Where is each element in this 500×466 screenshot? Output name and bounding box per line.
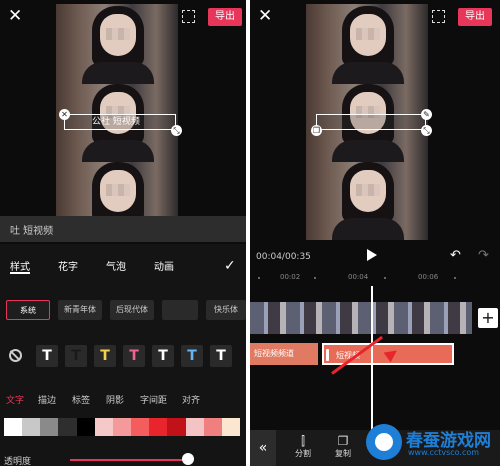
fullscreen-icon[interactable] bbox=[432, 10, 445, 23]
export-button[interactable]: 导出 bbox=[208, 8, 242, 26]
fullscreen-icon[interactable] bbox=[182, 10, 195, 23]
color-swatch[interactable] bbox=[40, 418, 59, 436]
color-swatch[interactable] bbox=[112, 418, 132, 436]
right-editor-panel: ✕ 导出 ❐ ✎ ⤡ 00:04/00:35 ↶ ↷ 00:02 00:04 0… bbox=[250, 0, 500, 466]
color-swatch[interactable] bbox=[203, 418, 223, 436]
ruler-tick-label: 00:04 bbox=[348, 273, 369, 281]
font-option[interactable]: 快乐体 bbox=[206, 300, 246, 320]
font-option[interactable]: 新青年体 bbox=[58, 300, 102, 320]
text-tabs: 样式 花字 气泡 动画 bbox=[0, 258, 246, 278]
tab-style[interactable]: 样式 bbox=[10, 258, 30, 273]
left-editor-panel: ✕ 导出 公社 短视频 ✕ ⤡ 吐 短视频 样式 花字 气泡 动画 ✓ 系统 新… bbox=[0, 0, 246, 466]
color-swatch[interactable] bbox=[76, 418, 96, 436]
add-clip-button[interactable]: + bbox=[478, 308, 498, 328]
video-frame bbox=[306, 160, 428, 240]
active-tab-indicator bbox=[10, 272, 30, 274]
text-input[interactable]: 吐 短视频 bbox=[0, 216, 246, 242]
no-style-icon[interactable] bbox=[9, 349, 22, 362]
text-style-swatch[interactable]: T bbox=[36, 345, 58, 367]
color-swatch[interactable] bbox=[22, 418, 41, 436]
tab-fancy-text[interactable]: 花字 bbox=[58, 258, 78, 273]
subtab-text[interactable]: 文字 bbox=[6, 393, 24, 406]
text-style-swatch[interactable]: T bbox=[94, 345, 116, 367]
text-input-value: 吐 短视频 bbox=[10, 226, 54, 237]
close-icon[interactable]: ✕ bbox=[8, 8, 22, 25]
subtab-stroke[interactable]: 描边 bbox=[38, 393, 56, 406]
caption-text: 公社 短视频 bbox=[92, 117, 140, 127]
color-swatch[interactable] bbox=[131, 418, 150, 436]
copy-icon: ❐ bbox=[337, 434, 349, 448]
text-style-swatch[interactable]: T bbox=[123, 345, 145, 367]
subtab-label[interactable]: 标签 bbox=[72, 393, 90, 406]
opacity-label: 透明度 bbox=[4, 457, 32, 466]
play-icon[interactable] bbox=[367, 249, 377, 261]
close-icon[interactable]: ✕ bbox=[258, 8, 272, 25]
watermark-logo-icon bbox=[366, 424, 402, 460]
text-track-clip[interactable]: 短视频频道 bbox=[250, 343, 318, 365]
color-swatch[interactable] bbox=[58, 418, 78, 436]
redo-icon[interactable]: ↷ bbox=[478, 248, 489, 263]
color-swatch[interactable] bbox=[4, 418, 23, 436]
opacity-slider-knob[interactable] bbox=[182, 453, 194, 465]
text-style-swatch[interactable]: T bbox=[210, 345, 232, 367]
copy-handle-icon[interactable]: ❐ bbox=[311, 125, 322, 136]
color-swatch[interactable] bbox=[185, 418, 205, 436]
watermark-url: www.cctvsco.com bbox=[408, 448, 480, 457]
tab-bubble[interactable]: 气泡 bbox=[106, 258, 126, 273]
confirm-check-icon[interactable]: ✓ bbox=[224, 258, 236, 274]
ruler-tick-label: 00:02 bbox=[280, 273, 301, 281]
scale-handle-icon[interactable]: ⤡ bbox=[171, 125, 182, 136]
delete-handle-icon[interactable]: ✕ bbox=[59, 109, 70, 120]
color-swatch[interactable] bbox=[221, 418, 241, 436]
video-frame bbox=[306, 4, 428, 84]
trim-handle[interactable] bbox=[326, 349, 329, 361]
tab-animation[interactable]: 动画 bbox=[154, 258, 174, 273]
watermark: 春蚕游戏网 www.cctvsco.com bbox=[364, 420, 500, 466]
playhead[interactable] bbox=[371, 286, 373, 434]
subtab-shadow[interactable]: 阴影 bbox=[106, 393, 124, 406]
font-option[interactable] bbox=[162, 300, 198, 320]
undo-icon[interactable]: ↶ bbox=[450, 248, 461, 263]
opacity-slider[interactable] bbox=[70, 459, 186, 461]
font-system[interactable]: 系统 bbox=[6, 300, 50, 320]
split-icon: ⫿ bbox=[301, 434, 305, 448]
caption-box[interactable] bbox=[316, 114, 426, 130]
color-palette bbox=[4, 418, 241, 436]
scale-handle-icon[interactable]: ⤡ bbox=[421, 125, 432, 136]
time-display: 00:04/00:35 bbox=[256, 252, 311, 262]
export-button[interactable]: 导出 bbox=[458, 8, 492, 26]
font-option[interactable]: 后现代体 bbox=[110, 300, 154, 320]
video-frame bbox=[56, 4, 178, 84]
subtab-align[interactable]: 对齐 bbox=[182, 393, 200, 406]
text-style-swatch[interactable]: T bbox=[152, 345, 174, 367]
back-icon[interactable]: « bbox=[250, 430, 276, 466]
split-button[interactable]: ⫿ 分割 bbox=[288, 434, 318, 459]
color-swatch[interactable] bbox=[149, 418, 168, 436]
ruler-tick-label: 00:06 bbox=[418, 273, 439, 281]
video-track[interactable] bbox=[250, 302, 472, 334]
color-swatch[interactable] bbox=[167, 418, 187, 436]
text-style-swatch[interactable]: T bbox=[65, 345, 87, 367]
subtab-spacing[interactable]: 字间距 bbox=[140, 393, 167, 406]
edit-handle-icon[interactable]: ✎ bbox=[421, 109, 432, 120]
text-style-swatch[interactable]: T bbox=[181, 345, 203, 367]
color-swatch[interactable] bbox=[94, 418, 114, 436]
copy-button[interactable]: ❐ 复制 bbox=[328, 434, 358, 459]
